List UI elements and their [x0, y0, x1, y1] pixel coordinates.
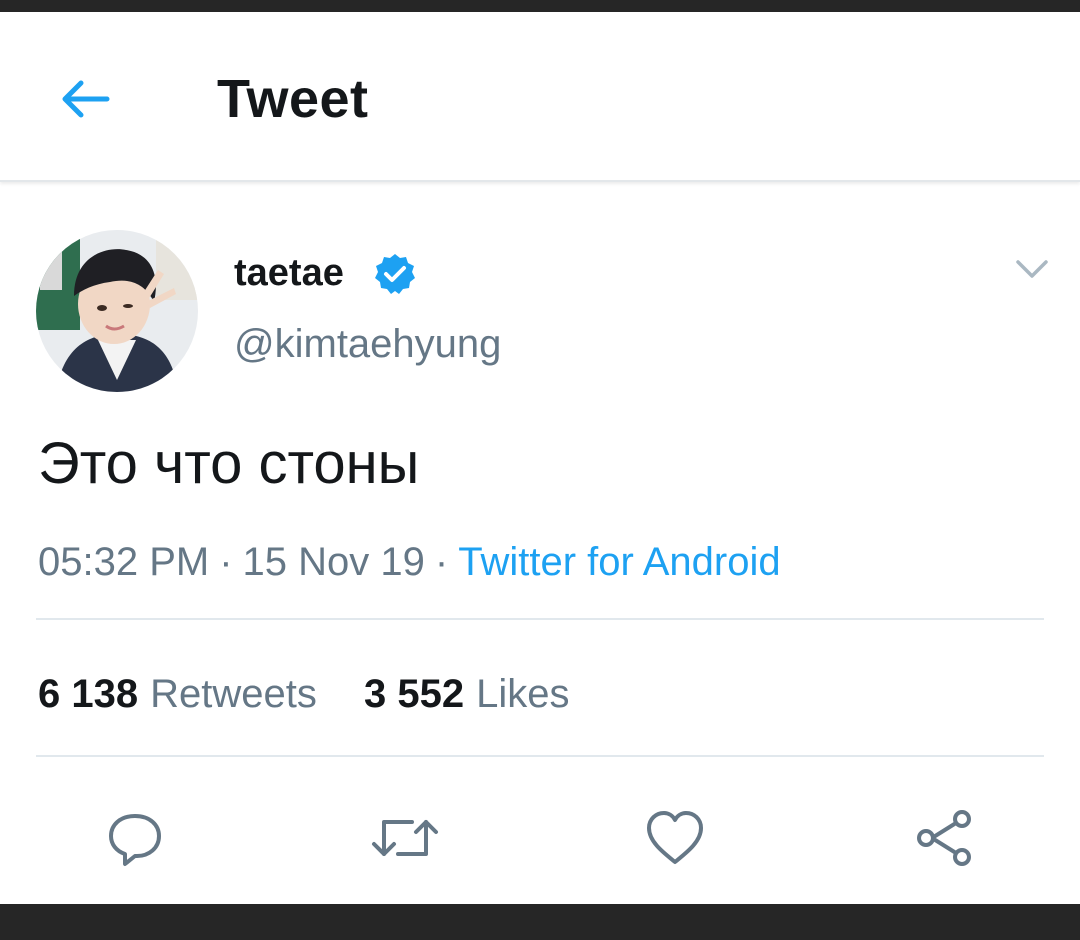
screen-bottom-edge	[0, 904, 1080, 940]
chevron-down-icon[interactable]	[1010, 252, 1054, 288]
tweet-screen: Tweet taetae @kimtaehyung Это что стоны …	[0, 12, 1080, 904]
tweet-text: Это что стоны	[38, 431, 420, 496]
verified-badge-icon	[375, 254, 415, 294]
likes-label: Likes	[476, 672, 570, 716]
app-header: Tweet	[0, 12, 1080, 182]
back-arrow-icon	[62, 80, 110, 118]
likes-count: 3 552	[363, 672, 465, 716]
share-button[interactable]	[909, 802, 981, 874]
tweet-date: 15 Nov 19	[242, 540, 425, 584]
screen-top-edge	[0, 0, 1080, 12]
divider	[36, 618, 1044, 620]
reply-icon	[109, 814, 161, 866]
retweets-label: Retweets	[150, 672, 317, 716]
retweets-count: 6 138	[38, 672, 139, 716]
meta-separator: ·	[434, 540, 449, 584]
meta-separator: ·	[219, 540, 233, 584]
retweet-button[interactable]	[369, 802, 441, 874]
heart-icon	[647, 811, 703, 864]
likes-stat[interactable]: 3 552 Likes	[364, 672, 570, 717]
retweets-stat[interactable]: 6 138 Retweets	[38, 672, 317, 717]
like-button[interactable]	[639, 802, 711, 874]
avatar[interactable]	[36, 230, 198, 392]
tweet-time: 05:32 PM	[38, 540, 210, 584]
source-link[interactable]: Twitter for Android	[458, 540, 780, 584]
tweet-meta: 05:32 PM · 15 Nov 19 · Twitter for Android	[38, 540, 781, 585]
retweet-icon	[372, 820, 438, 856]
user-handle[interactable]: @kimtaehyung	[234, 322, 501, 367]
display-name[interactable]: taetae	[234, 252, 344, 295]
back-button[interactable]	[50, 64, 120, 134]
tweet-stats: 6 138 Retweets 3 552 Likes	[38, 672, 605, 717]
share-icon	[917, 810, 971, 866]
page-title: Tweet	[217, 69, 369, 129]
reply-button[interactable]	[99, 802, 171, 874]
divider	[36, 755, 1044, 757]
